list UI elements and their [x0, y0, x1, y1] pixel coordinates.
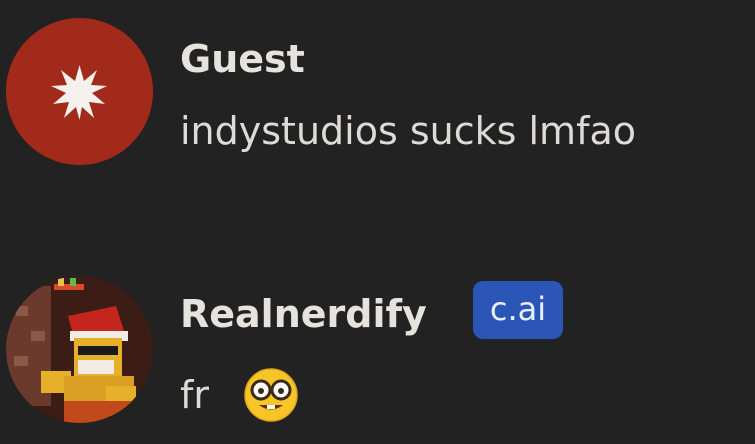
author-name[interactable]: Realnerdify: [180, 295, 427, 333]
chat-feed: Guest indystudios sucks lmfao Realnerdif…: [0, 0, 755, 444]
chat-message: Realnerdify c.ai fr: [0, 268, 755, 444]
chat-message: Guest indystudios sucks lmfao: [0, 0, 755, 180]
avatar[interactable]: [6, 18, 153, 165]
user-avatar-image: [6, 276, 153, 423]
avatar[interactable]: [6, 276, 153, 423]
asterisk-icon: [6, 18, 153, 165]
message-text: indystudios sucks lmfao: [180, 109, 636, 153]
message-text: fr: [180, 373, 210, 417]
cai-badge: c.ai: [473, 281, 563, 339]
nerd-face-icon: [244, 368, 298, 422]
author-name[interactable]: Guest: [180, 40, 305, 78]
